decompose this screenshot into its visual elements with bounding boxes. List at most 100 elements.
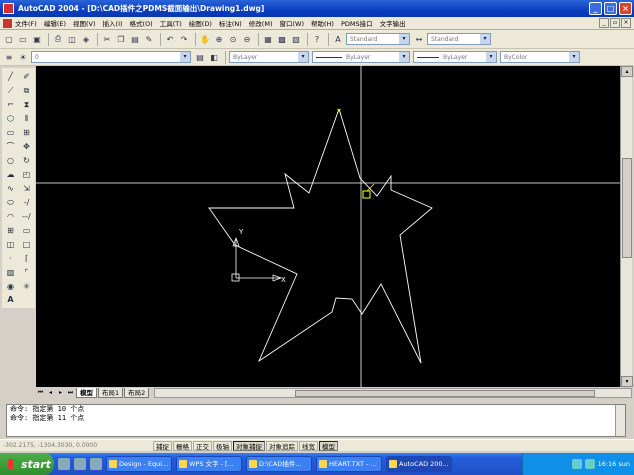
otrack-toggle[interactable]: 对象追踪 bbox=[266, 440, 298, 451]
explode-icon[interactable]: ✳ bbox=[20, 281, 33, 293]
restore-button[interactable]: □ bbox=[604, 2, 617, 15]
copy-object-icon[interactable]: ⧉ bbox=[20, 85, 33, 97]
plotstyle-select[interactable]: ByColor ▾ bbox=[500, 51, 580, 63]
zoom-window-icon[interactable]: ⊙ bbox=[227, 33, 239, 45]
quicklaunch-desktop-icon[interactable] bbox=[74, 458, 86, 470]
tab-next-icon[interactable]: ▸ bbox=[56, 388, 65, 397]
break-icon[interactable]: ▭ bbox=[20, 225, 33, 237]
region-icon[interactable]: ◉ bbox=[4, 281, 17, 293]
menu-help[interactable]: 帮助(H) bbox=[311, 18, 334, 28]
zoom-previous-icon[interactable]: ⊖ bbox=[241, 33, 253, 45]
chamfer-icon[interactable]: ⌈ bbox=[20, 253, 33, 265]
start-button[interactable]: start bbox=[0, 453, 54, 475]
make-current-layer-icon[interactable]: ▤ bbox=[194, 51, 206, 63]
quicklaunch-media-icon[interactable] bbox=[90, 458, 102, 470]
offset-icon[interactable]: ⫴ bbox=[20, 113, 33, 125]
menu-text-output[interactable]: 文字输出 bbox=[380, 18, 406, 28]
save-icon[interactable]: ▣ bbox=[31, 33, 43, 45]
menu-window[interactable]: 窗口(W) bbox=[279, 18, 304, 28]
task-notepad[interactable]: HEART.TXT - ... bbox=[316, 456, 382, 472]
text-style-select[interactable]: Standard ▾ bbox=[346, 33, 410, 45]
menu-file[interactable]: 文件(F) bbox=[15, 18, 37, 28]
tab-first-icon[interactable]: ⏮ bbox=[36, 388, 45, 397]
trim-icon[interactable]: -/ bbox=[20, 197, 33, 209]
star-polyline[interactable] bbox=[208, 108, 433, 364]
tab-layout1[interactable]: 布局1 bbox=[98, 387, 124, 398]
break-at-point-icon[interactable]: □ bbox=[20, 239, 33, 251]
redo-icon[interactable]: ↷ bbox=[178, 33, 190, 45]
drawing-area[interactable]: × Y X bbox=[36, 66, 620, 387]
doc-minimize-button[interactable]: _ bbox=[599, 18, 609, 28]
multiline-text-icon[interactable]: A bbox=[4, 294, 17, 306]
ellipse-icon[interactable]: ⬭ bbox=[4, 197, 17, 209]
move-icon[interactable]: ✥ bbox=[20, 141, 33, 153]
close-button[interactable]: × bbox=[619, 2, 632, 15]
scroll-up-icon[interactable]: ▴ bbox=[621, 66, 633, 77]
scale-icon[interactable]: ◰ bbox=[20, 169, 33, 181]
copy-icon[interactable]: ❐ bbox=[115, 33, 127, 45]
tab-prev-icon[interactable]: ◂ bbox=[46, 388, 55, 397]
grid-toggle[interactable]: 栅格 bbox=[173, 440, 192, 451]
command-window[interactable]: 命令: 指定第 10 个点 命令: 指定第 11 个点 bbox=[6, 404, 626, 437]
menu-insert[interactable]: 插入(I) bbox=[103, 18, 123, 28]
lineweight-select[interactable]: ByLayer ▾ bbox=[413, 51, 497, 63]
construction-line-icon[interactable]: ⟋ bbox=[4, 85, 17, 97]
line-icon[interactable]: ╱ bbox=[4, 71, 17, 83]
dim-style-select[interactable]: Standard ▾ bbox=[427, 33, 491, 45]
autocad-app-icon[interactable] bbox=[3, 3, 14, 14]
horizontal-scroll-thumb[interactable] bbox=[295, 389, 596, 397]
scroll-down-icon[interactable]: ▾ bbox=[621, 376, 633, 387]
rectangle-icon[interactable]: ▭ bbox=[4, 127, 17, 139]
menu-dimension[interactable]: 标注(N) bbox=[219, 18, 242, 28]
task-wps[interactable]: WPS 文字 - [... bbox=[176, 456, 242, 472]
help-icon[interactable]: ? bbox=[311, 33, 323, 45]
lineweight-toggle[interactable]: 线宽 bbox=[299, 440, 318, 451]
arc-icon[interactable]: ⌒ bbox=[4, 141, 17, 153]
quicklaunch-ie-icon[interactable] bbox=[58, 458, 70, 470]
tray-volume-icon[interactable] bbox=[584, 459, 595, 469]
tool-palette-icon[interactable]: ▧ bbox=[290, 33, 302, 45]
open-folder-icon[interactable]: ▭ bbox=[17, 33, 29, 45]
tab-last-icon[interactable]: ⏭ bbox=[66, 388, 75, 397]
color-select[interactable]: ByLayer ▾ bbox=[229, 51, 309, 63]
menu-tools[interactable]: 工具(T) bbox=[160, 18, 182, 28]
menu-view[interactable]: 视图(V) bbox=[73, 18, 96, 28]
tab-model[interactable]: 模型 bbox=[76, 387, 97, 398]
menu-format[interactable]: 格式(O) bbox=[130, 18, 153, 28]
vertical-scroll-thumb[interactable] bbox=[622, 158, 632, 258]
ellipse-arc-icon[interactable]: ◠ bbox=[4, 211, 17, 223]
circle-icon[interactable]: ○ bbox=[4, 155, 17, 167]
horizontal-scrollbar[interactable] bbox=[154, 387, 632, 398]
layer-manager-icon[interactable]: ≡ bbox=[3, 51, 15, 63]
layer-previous-icon[interactable]: ◧ bbox=[208, 51, 220, 63]
task-design[interactable]: Design - Equi... bbox=[106, 456, 172, 472]
undo-icon[interactable]: ↶ bbox=[164, 33, 176, 45]
polyline-icon[interactable]: ⌐ bbox=[4, 99, 17, 111]
paste-icon[interactable]: ▤ bbox=[129, 33, 141, 45]
design-center-icon[interactable]: ▩ bbox=[276, 33, 288, 45]
insert-block-icon[interactable]: ⊞ bbox=[4, 225, 17, 237]
polygon-icon[interactable]: ⬡ bbox=[4, 113, 17, 125]
array-icon[interactable]: ⊞ bbox=[20, 127, 33, 139]
tab-layout2[interactable]: 布局2 bbox=[124, 387, 150, 398]
model-toggle[interactable]: 模型 bbox=[319, 440, 338, 451]
match-properties-icon[interactable]: ✎ bbox=[143, 33, 155, 45]
document-icon[interactable] bbox=[3, 18, 12, 28]
task-autocad[interactable]: AutoCAD 200... bbox=[386, 456, 452, 472]
spline-icon[interactable]: ∿ bbox=[4, 183, 17, 195]
fillet-icon[interactable]: ⌜ bbox=[20, 267, 33, 279]
new-file-icon[interactable]: ▢ bbox=[3, 33, 15, 45]
print-icon[interactable]: ⎙ bbox=[52, 33, 64, 45]
revision-cloud-icon[interactable]: ☁ bbox=[4, 169, 17, 181]
menu-draw[interactable]: 绘图(D) bbox=[189, 18, 212, 28]
mirror-icon[interactable]: ⧗ bbox=[20, 99, 33, 111]
extend-icon[interactable]: --/ bbox=[20, 211, 33, 223]
menu-modify[interactable]: 修改(M) bbox=[249, 18, 273, 28]
menu-edit[interactable]: 编辑(E) bbox=[44, 18, 66, 28]
task-folder[interactable]: D:\CAD插件... bbox=[246, 456, 312, 472]
hatch-icon[interactable]: ▨ bbox=[4, 267, 17, 279]
stretch-icon[interactable]: ⇲ bbox=[20, 183, 33, 195]
snap-toggle[interactable]: 捕捉 bbox=[153, 440, 172, 451]
doc-restore-button[interactable]: ▫ bbox=[610, 18, 620, 28]
rotate-icon[interactable]: ↻ bbox=[20, 155, 33, 167]
